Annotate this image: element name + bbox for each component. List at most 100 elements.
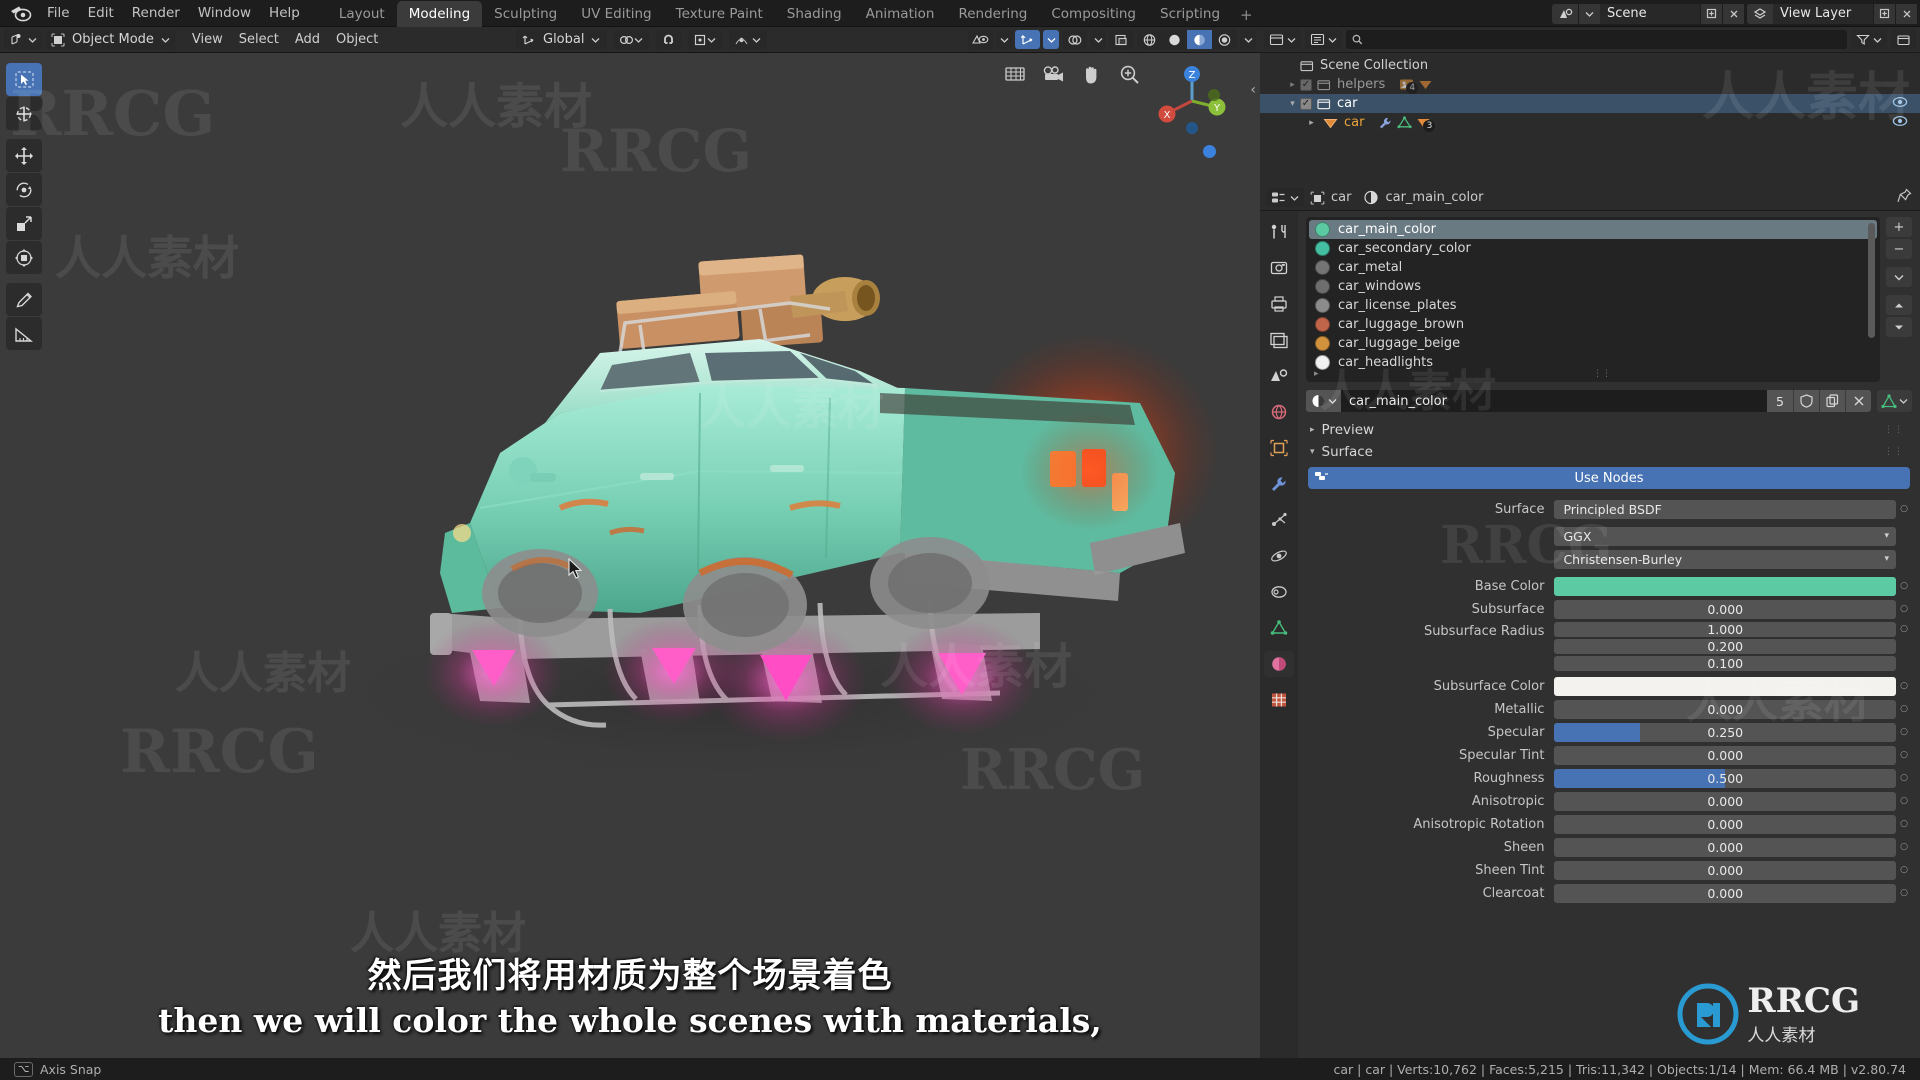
proportional-editing-toggle[interactable]: [729, 30, 768, 49]
visibility-eye-icon[interactable]: [1892, 96, 1908, 112]
modifier-tab[interactable]: [1264, 471, 1294, 497]
expand-arrow-icon[interactable]: ▸: [1304, 118, 1319, 128]
animate-property-dot[interactable]: ○: [1896, 750, 1912, 760]
specular-slider[interactable]: 0.250: [1554, 722, 1896, 742]
viewport-menu-view[interactable]: View: [184, 30, 231, 49]
annotate-tool[interactable]: [6, 283, 42, 316]
sheen-slider[interactable]: 0.000: [1554, 837, 1896, 857]
scene-dropdown-chevron-icon[interactable]: [1578, 3, 1600, 24]
viewport-menu-object[interactable]: Object: [328, 30, 386, 49]
move-tool[interactable]: [6, 139, 42, 172]
modifier-wrench-icon[interactable]: [1378, 116, 1393, 129]
snap-target-selector[interactable]: [614, 30, 650, 49]
scene-tab[interactable]: [1264, 363, 1294, 389]
animate-property-dot[interactable]: ○: [1896, 819, 1912, 829]
shading-material-icon[interactable]: [1187, 30, 1212, 49]
measure-tool[interactable]: [6, 317, 42, 350]
new-view-layer-button[interactable]: [1873, 3, 1895, 24]
breadcrumb-material[interactable]: car_main_color: [1385, 190, 1483, 205]
material-slot-link-selector[interactable]: [1877, 390, 1912, 412]
gizmo-chevron-down-icon[interactable]: [1043, 30, 1059, 49]
animate-property-dot[interactable]: ○: [1896, 796, 1912, 806]
tool-tab[interactable]: [1264, 219, 1294, 245]
outliner-row-helpers[interactable]: ▸ ✓ helpers 4: [1260, 75, 1920, 94]
object-mode-selector[interactable]: Object Mode: [46, 30, 176, 49]
viewport-render-area[interactable]: [0, 53, 1260, 1058]
transform-tool[interactable]: [6, 241, 42, 274]
material-slot-row[interactable]: car_windows: [1309, 277, 1877, 296]
visibility-icon[interactable]: [968, 30, 993, 49]
camera-view-icon[interactable]: [1040, 61, 1066, 87]
outliner-editor-type[interactable]: [1264, 30, 1301, 49]
tab-sculpting[interactable]: Sculpting: [482, 1, 569, 28]
outliner-search-input[interactable]: [1367, 32, 1841, 47]
view-layer-name[interactable]: View Layer: [1773, 3, 1873, 24]
material-data-icon[interactable]: 3: [1416, 116, 1436, 132]
viewport-menu-select[interactable]: Select: [231, 30, 287, 49]
base-color-swatch[interactable]: [1554, 576, 1896, 596]
perspective-toggle[interactable]: [1203, 145, 1216, 158]
anisotropic-rotation-slider[interactable]: 0.000: [1554, 814, 1896, 834]
constraints-tab[interactable]: [1264, 579, 1294, 605]
tab-compositing[interactable]: Compositing: [1039, 1, 1148, 28]
animate-property-dot[interactable]: ○: [1896, 581, 1912, 591]
move-slot-up-button[interactable]: [1886, 295, 1912, 315]
sidebar-toggle-chevron-icon[interactable]: ‹: [1250, 82, 1256, 98]
menu-edit[interactable]: Edit: [79, 2, 123, 24]
animate-property-dot[interactable]: ○: [1896, 842, 1912, 852]
outliner-row-car-object[interactable]: ▸ car 3: [1260, 113, 1920, 132]
material-users-count[interactable]: 5: [1767, 390, 1793, 412]
tab-animation[interactable]: Animation: [854, 1, 947, 28]
tab-rendering[interactable]: Rendering: [946, 1, 1039, 28]
object-data-tab[interactable]: [1264, 615, 1294, 641]
tweak-tool[interactable]: [6, 63, 42, 96]
transform-orientation-selector[interactable]: Global: [516, 30, 608, 49]
zoom-region-icon[interactable]: [1002, 61, 1028, 87]
outliner-row-scene-collection[interactable]: Scene Collection: [1260, 56, 1920, 75]
image-data-icon[interactable]: 4: [1399, 78, 1419, 94]
tab-modeling[interactable]: Modeling: [396, 0, 483, 28]
add-workspace-button[interactable]: +: [1232, 3, 1261, 27]
material-tab[interactable]: [1264, 651, 1294, 677]
subsurface-radius-x[interactable]: 1.000: [1554, 622, 1896, 637]
subsurface-method-selector[interactable]: Christensen-Burley ▾: [1554, 549, 1896, 569]
editor-type-selector[interactable]: [4, 30, 42, 49]
move-slot-down-button[interactable]: [1886, 317, 1912, 337]
scale-tool[interactable]: [6, 207, 42, 240]
move-view-icon[interactable]: [1078, 61, 1104, 87]
material-slot-row[interactable]: car_metal: [1309, 258, 1877, 277]
material-slot-row[interactable]: car_license_plates: [1309, 296, 1877, 315]
scene-selector[interactable]: Scene: [1552, 3, 1744, 24]
outliner-new-collection-button[interactable]: [1891, 30, 1916, 49]
roughness-slider[interactable]: 0.500: [1554, 768, 1896, 788]
physics-tab[interactable]: [1264, 543, 1294, 569]
panel-preview[interactable]: ▸ Preview ⋮⋮: [1306, 419, 1912, 441]
show-gizmo-icon[interactable]: [1015, 30, 1040, 49]
material-slot-row[interactable]: car_luggage_brown: [1309, 315, 1877, 334]
object-tab[interactable]: [1264, 435, 1294, 461]
tab-shading[interactable]: Shading: [775, 1, 854, 28]
use-nodes-button[interactable]: Use Nodes: [1308, 467, 1910, 489]
scene-name[interactable]: Scene: [1600, 3, 1700, 24]
zoom-view-icon[interactable]: [1116, 61, 1142, 87]
animate-property-dot[interactable]: ○: [1896, 624, 1912, 634]
collapse-arrow-icon[interactable]: ▾: [1285, 99, 1300, 109]
unlink-material-icon[interactable]: [1845, 390, 1871, 412]
sheen-tint-slider[interactable]: 0.000: [1554, 860, 1896, 880]
outliner-editor[interactable]: Scene Collection ▸ ✓ helpers 4 ▾ ✓ car ▸…: [1260, 27, 1920, 185]
new-scene-button[interactable]: [1700, 3, 1722, 24]
animate-property-dot[interactable]: ○: [1896, 727, 1912, 737]
animate-property-dot[interactable]: ○: [1896, 773, 1912, 783]
blender-logo-icon[interactable]: [6, 2, 36, 24]
menu-render[interactable]: Render: [123, 2, 189, 24]
view-layer-selector[interactable]: View Layer: [1747, 3, 1917, 24]
animate-property-dot[interactable]: ○: [1896, 604, 1912, 614]
animate-property-dot[interactable]: ○: [1896, 681, 1912, 691]
pin-id-icon[interactable]: [1897, 188, 1912, 207]
slot-specials-menu-button[interactable]: [1886, 267, 1912, 287]
add-material-slot-button[interactable]: +: [1886, 217, 1912, 237]
material-slot-row[interactable]: car_luggage_beige: [1309, 334, 1877, 353]
tab-scripting[interactable]: Scripting: [1148, 1, 1232, 28]
animate-property-dot[interactable]: ○: [1896, 504, 1912, 514]
specular-tint-slider[interactable]: 0.000: [1554, 745, 1896, 765]
